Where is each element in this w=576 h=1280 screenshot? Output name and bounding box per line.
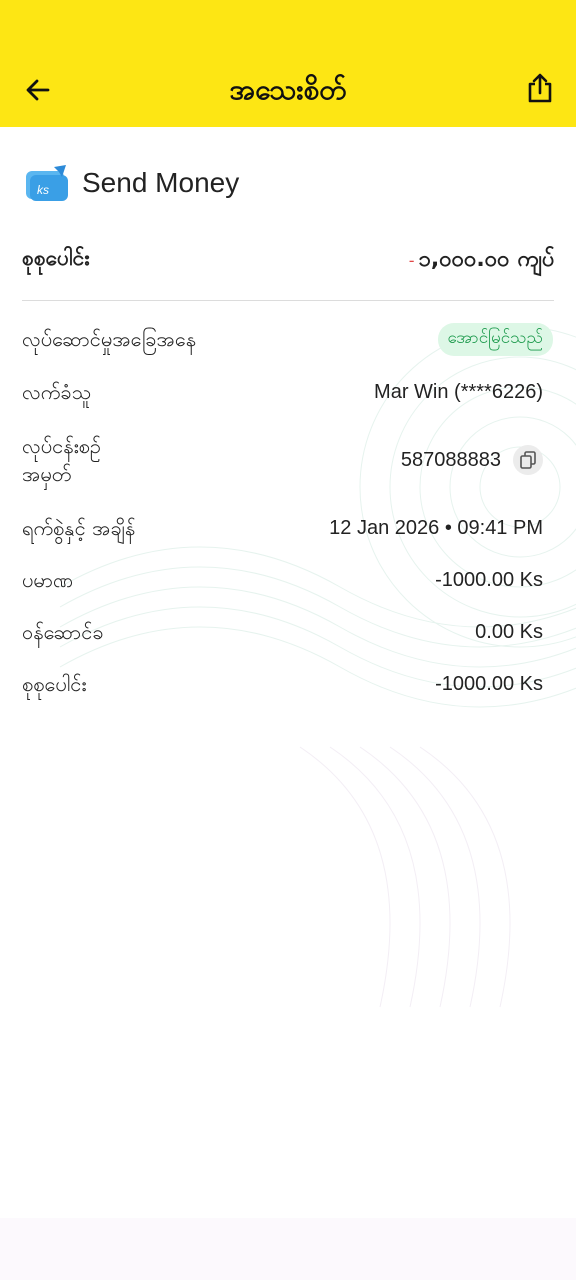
transaction-id-label: လုပ်ငန်းစဉ် အမှတ် bbox=[22, 432, 101, 488]
total-amount: -၁,၀၀၀.၀၀ ကျပ် bbox=[409, 244, 554, 277]
receiver-row: လက်ခံသူ Mar Win (****6226) bbox=[22, 376, 543, 408]
datetime-value: 12 Jan 2026 • 09:41 PM bbox=[329, 516, 543, 539]
fee-label: ဝန်ဆောင်ခ bbox=[22, 620, 104, 644]
send-money-icon: ks bbox=[26, 165, 68, 201]
minus-sign: - bbox=[408, 250, 415, 270]
status-label: လုပ်ဆောင်မှုအခြေအနေ bbox=[22, 327, 197, 351]
transaction-id-row: လုပ်ငန်းစဉ် အမှတ် 587088883 bbox=[22, 430, 543, 490]
total-amount-value: ၁,၀၀၀.၀၀ ကျပ် bbox=[418, 246, 555, 272]
bottom-nav-area bbox=[0, 1218, 576, 1280]
service-header: ks Send Money bbox=[24, 160, 239, 206]
transaction-id-group: 587088883 bbox=[401, 445, 543, 475]
total-summary-row: စုစုပေါင်း -၁,၀၀၀.၀၀ ကျပ် bbox=[22, 240, 554, 280]
divider bbox=[22, 300, 554, 301]
header-bar: အသေးစိတ် bbox=[0, 0, 576, 127]
fee-value: 0.00 Ks bbox=[475, 620, 543, 643]
datetime-label: ရက်စွဲနှင့် အချိန် bbox=[22, 516, 136, 540]
total-label: စုစုပေါင်း bbox=[22, 245, 90, 270]
copy-icon[interactable] bbox=[513, 445, 543, 475]
status-row: လုပ်ဆောင်မှုအခြေအနေ အောင်မြင်သည် bbox=[22, 322, 553, 356]
back-arrow-icon[interactable] bbox=[18, 70, 58, 110]
status-badge: အောင်မြင်သည် bbox=[437, 322, 553, 356]
fee-row: ဝန်ဆောင်ခ 0.00 Ks bbox=[22, 616, 543, 648]
sum-value: -1000.00 Ks bbox=[435, 672, 543, 695]
transaction-id-label-line1: လုပ်ငန်းစဉ် bbox=[22, 434, 102, 458]
amount-label: ပမာဏ bbox=[22, 568, 74, 592]
receiver-label: လက်ခံသူ bbox=[22, 380, 91, 404]
amount-value: -1000.00 Ks bbox=[435, 568, 543, 591]
svg-text:ks: ks bbox=[37, 183, 49, 197]
sum-label: စုစုပေါင်း bbox=[22, 672, 87, 696]
datetime-row: ရက်စွဲနှင့် အချိန် 12 Jan 2026 • 09:41 P… bbox=[22, 512, 543, 544]
receiver-value: Mar Win (****6226) bbox=[374, 380, 543, 403]
page-title: အသေးစိတ် bbox=[229, 73, 347, 106]
amount-row: ပမာဏ -1000.00 Ks bbox=[22, 564, 543, 596]
service-name: Send Money bbox=[82, 167, 240, 198]
share-icon[interactable] bbox=[520, 68, 560, 108]
transaction-id-value: 587088883 bbox=[400, 448, 501, 471]
transaction-id-label-line2: အမှတ် bbox=[22, 462, 72, 486]
sum-row: စုစုပေါင်း -1000.00 Ks bbox=[22, 668, 543, 700]
